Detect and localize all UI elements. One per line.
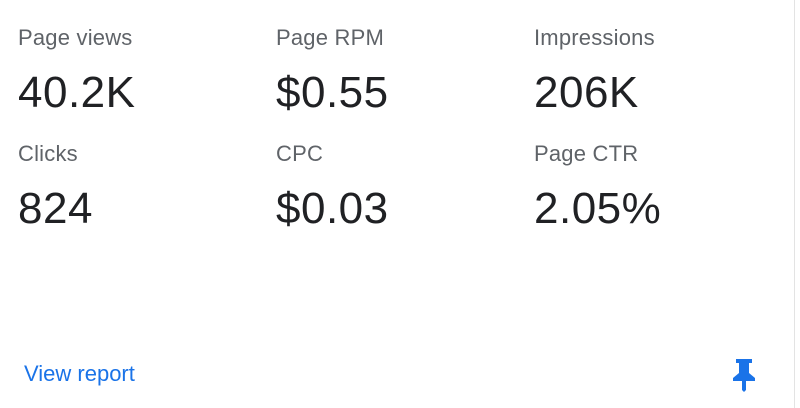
metric-cpc: CPC $0.03 <box>276 138 534 254</box>
metric-value: 2.05% <box>534 184 662 233</box>
metric-impressions: Impressions 206K <box>534 22 764 138</box>
metric-value: 206K <box>534 68 639 117</box>
metric-value: $0.55 <box>276 68 389 117</box>
card-footer: View report <box>0 348 800 408</box>
view-report-link[interactable]: View report <box>24 360 135 388</box>
metric-label: CPC <box>276 141 324 166</box>
metric-label: Page views <box>18 25 133 50</box>
metric-value: $0.03 <box>276 184 389 233</box>
metric-page-ctr: Page CTR 2.05% <box>534 138 764 254</box>
metric-label: Page RPM <box>276 25 384 50</box>
pin-icon[interactable] <box>730 356 758 392</box>
metrics-grid: Page views 40.2K Page RPM $0.55 Impressi… <box>18 22 778 254</box>
metric-label: Clicks <box>18 141 78 166</box>
metric-label: Page CTR <box>534 141 639 166</box>
metric-label: Impressions <box>534 25 655 50</box>
metrics-card: Page views 40.2K Page RPM $0.55 Impressi… <box>0 0 800 408</box>
metric-page-rpm: Page RPM $0.55 <box>276 22 534 138</box>
metric-value: 824 <box>18 184 93 233</box>
metric-page-views: Page views 40.2K <box>18 22 276 138</box>
metric-clicks: Clicks 824 <box>18 138 276 254</box>
metric-value: 40.2K <box>18 68 136 117</box>
